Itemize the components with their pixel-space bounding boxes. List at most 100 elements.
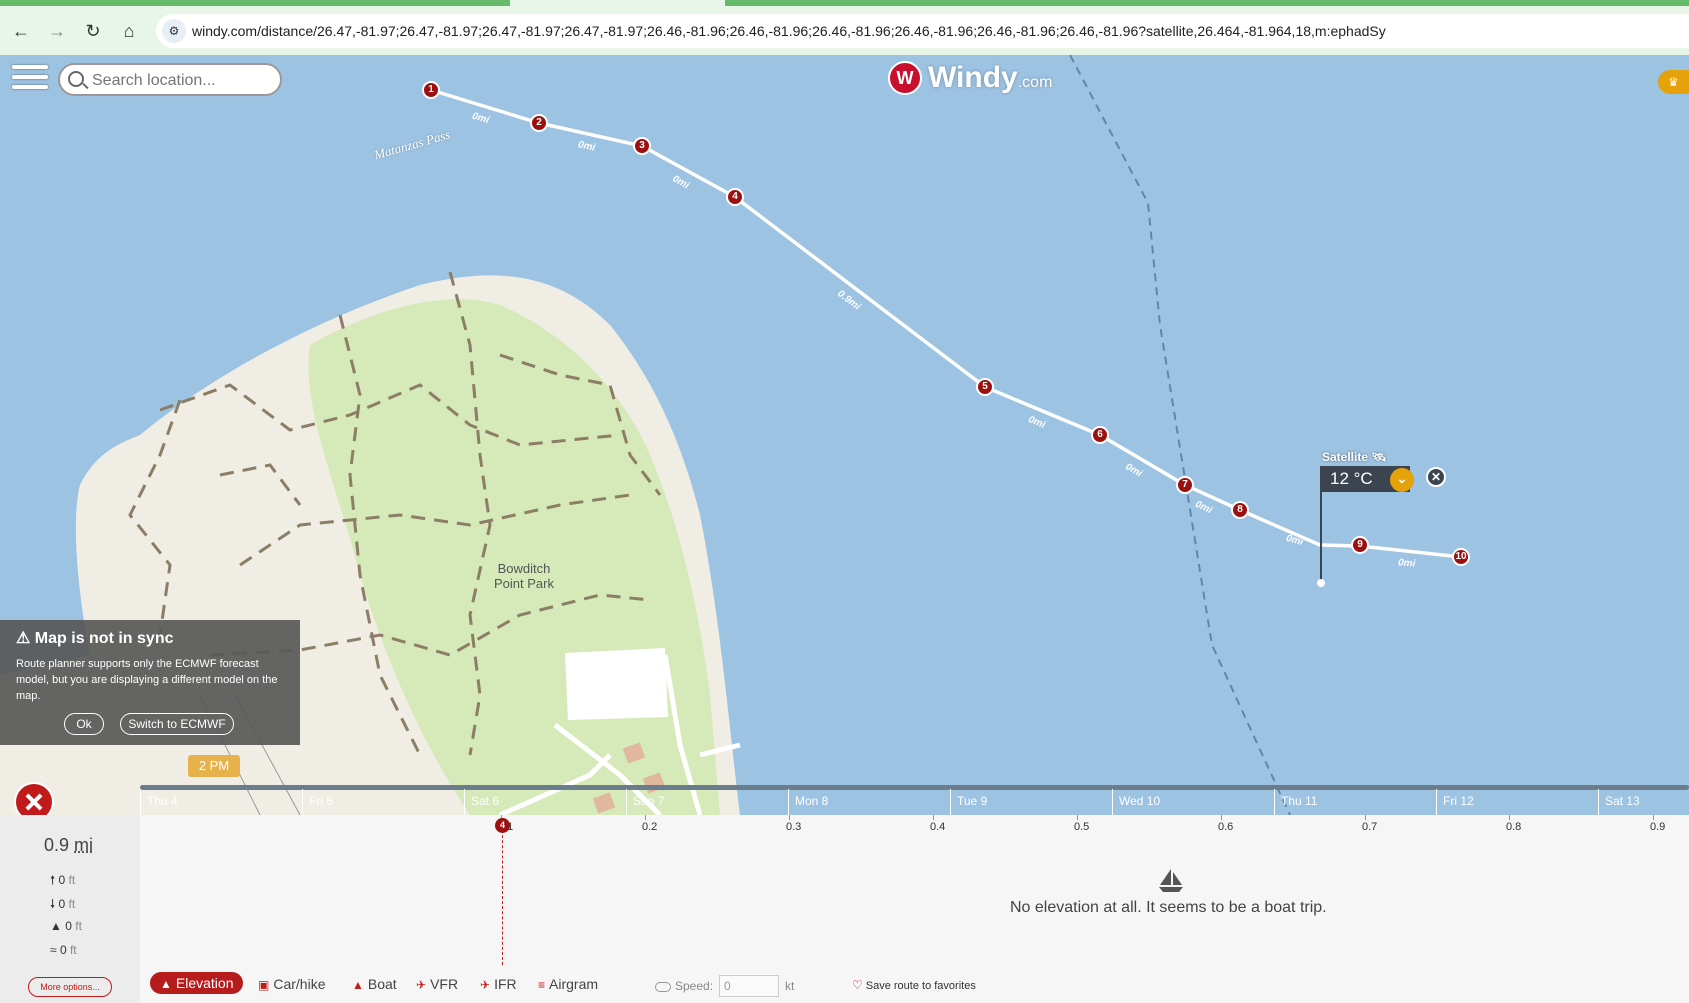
mode-boat[interactable]: ▲ Boat <box>352 976 397 992</box>
save-favorites-label: Save route to favorites <box>865 980 976 992</box>
save-favorites-link[interactable]: ♡ Save route to favorites <box>852 978 976 992</box>
mode-ifr[interactable]: ✈ IFR <box>480 976 517 992</box>
mode-bar: ▲ Elevation ▣ Car/hike ▲ Boat ✈ VFR ✈ IFR ≡ Ai… <box>140 967 1689 1003</box>
waypoint-9[interactable]: 9 <box>1351 536 1369 554</box>
timeline-day[interactable]: Thu 11 <box>1274 789 1317 815</box>
menu-icon[interactable] <box>12 65 50 95</box>
timeline-day[interactable]: Fri 5 <box>302 789 333 815</box>
waypoint-1[interactable]: 1 <box>422 81 440 99</box>
reload-icon[interactable]: ↻ <box>80 18 106 44</box>
mode-vfr[interactable]: ✈ VFR <box>416 976 458 992</box>
timeline-day[interactable]: Thu 4 <box>140 789 178 815</box>
logo-text-suffix: .com <box>1017 74 1053 91</box>
warning-icon: ⚠ <box>16 630 31 647</box>
mountain-icon: ▲ <box>50 919 62 933</box>
timeline-day[interactable]: Sat 13 <box>1598 789 1640 815</box>
browser-toolbar: ← → ↻ ⌂ ⚙ windy.com/distance/26.47,-81.9… <box>0 0 1689 55</box>
timeline-day[interactable]: Sat 6 <box>464 789 499 815</box>
axis-tick: 0.6 <box>1218 815 1234 833</box>
speed-label: Speed: <box>675 979 714 993</box>
site-settings-icon[interactable]: ⚙ <box>162 19 186 43</box>
waypoint-5[interactable]: 5 <box>976 378 994 396</box>
waypoint-2[interactable]: 2 <box>530 114 548 132</box>
mountain-icon: ▲ <box>160 977 172 991</box>
no-elevation-message: No elevation at all. It seems to be a bo… <box>1010 899 1327 916</box>
page: ← → ↻ ⌂ ⚙ windy.com/distance/26.47,-81.9… <box>0 0 1689 1003</box>
park-label: Bowditch Point Park <box>494 561 554 591</box>
park-label-line-2: Point Park <box>494 576 554 591</box>
sync-notice-text: Route planner supports only the ECMWF fo… <box>16 658 278 702</box>
mode-vfr-label: VFR <box>430 976 459 992</box>
address-bar[interactable]: ⚙ windy.com/distance/26.47,-81.97;26.47,… <box>156 14 1689 48</box>
waypoint-10[interactable]: 10 <box>1452 548 1470 566</box>
close-icon[interactable]: ✕ <box>1426 467 1446 487</box>
logo-text-main: Windy <box>928 61 1018 94</box>
ok-button[interactable]: Ok <box>64 713 104 735</box>
axis-tick: 0.3 <box>786 815 802 833</box>
timeline-day[interactable]: Mon 8 <box>788 789 828 815</box>
timeline-day[interactable]: Wed 10 <box>1112 789 1160 815</box>
mode-elevation-label: Elevation <box>175 975 234 991</box>
url-text: windy.com/distance/26.47,-81.97;26.47,-8… <box>192 23 1386 39</box>
mode-elevation[interactable]: ▲ Elevation <box>150 972 244 994</box>
axis-tick: 0.8 <box>1506 815 1522 833</box>
timeline-day[interactable]: Sun 7 <box>626 789 664 815</box>
stat-unit: ft <box>69 943 77 957</box>
speed-unit: kt <box>785 979 795 993</box>
mode-car-hike[interactable]: ▣ Car/hike <box>258 976 325 992</box>
switch-to-ecmwf-button[interactable]: Switch to ECMWF <box>120 713 234 735</box>
plane-icon: ✈ <box>416 978 427 992</box>
timeline-day[interactable]: Fri 12 <box>1436 789 1474 815</box>
sync-notice-title-text: Map is not in sync <box>34 630 174 647</box>
mode-ifr-label: IFR <box>494 976 517 992</box>
satellite-label: Satellite 🛰 <box>1322 450 1387 464</box>
timeline-day[interactable]: Tue 9 <box>950 789 987 815</box>
airgram-icon: ≡ <box>538 978 546 992</box>
mode-airgram-label: Airgram <box>549 976 599 992</box>
distance-unit[interactable]: mi <box>74 835 93 855</box>
popup-anchor[interactable] <box>1317 579 1325 587</box>
profile-cursor-line <box>502 825 503 965</box>
map[interactable]: 1 2 3 4 5 6 7 8 9 10 0mi 0mi 0mi 0.9mi 0… <box>0 55 1689 815</box>
current-time-bubble[interactable]: 2 PM <box>188 755 240 777</box>
search-box[interactable] <box>58 63 282 96</box>
waypoint-6[interactable]: 6 <box>1091 426 1109 444</box>
sailboat-icon <box>1159 869 1183 892</box>
waypoint-8[interactable]: 8 <box>1231 501 1249 519</box>
crown-icon[interactable]: ♛ <box>1658 70 1689 94</box>
mode-boat-label: Boat <box>367 976 397 992</box>
profile-cursor-waypoint[interactable]: 4 <box>495 818 510 833</box>
axis-tick: 0.9 <box>1650 815 1666 833</box>
logo-text: Windy.com <box>928 61 1052 95</box>
back-icon[interactable]: ← <box>8 18 34 44</box>
windy-logo-icon: W <box>888 61 922 95</box>
home-icon[interactable]: ⌂ <box>116 18 142 44</box>
max-elevation-value: 0 <box>65 919 72 933</box>
axis-tick: 0.7 <box>1362 815 1378 833</box>
heart-icon: ♡ <box>852 978 863 992</box>
building <box>565 648 668 720</box>
chevron-down-icon[interactable]: ⌄ <box>1390 468 1414 492</box>
forward-icon[interactable]: → <box>44 18 70 44</box>
descent-stat: 🠗 0 ft <box>50 895 75 916</box>
ascent-stat: 🠕 0 ft <box>50 871 75 892</box>
waypoint-7[interactable]: 7 <box>1176 476 1194 494</box>
more-options-button[interactable]: More options... <box>28 977 112 997</box>
waypoint-4[interactable]: 4 <box>726 188 744 206</box>
search-icon <box>68 71 84 87</box>
sync-notice-title: ⚠ Map is not in sync <box>16 628 173 648</box>
average-value: 0 <box>59 943 67 957</box>
ascent-value: 0 <box>58 873 66 887</box>
car-icon: ▣ <box>258 978 270 992</box>
arrow-down-icon: 🠗 <box>50 897 56 911</box>
speed-control: Speed: kt <box>655 975 794 997</box>
speed-toggle[interactable] <box>655 981 671 992</box>
satellite-label-text: Satellite <box>1322 450 1369 464</box>
speed-input[interactable] <box>719 975 780 997</box>
waypoint-3[interactable]: 3 <box>633 137 651 155</box>
mode-airgram[interactable]: ≡ Airgram <box>538 976 598 992</box>
elevation-profile[interactable]: 0.1 0.2 0.3 0.4 0.5 0.6 0.7 0.8 0.9 4 No… <box>140 815 1689 965</box>
axis-tick: 0.2 <box>642 815 658 833</box>
total-distance-value: 0.9 <box>44 835 70 855</box>
search-input[interactable] <box>92 71 272 91</box>
